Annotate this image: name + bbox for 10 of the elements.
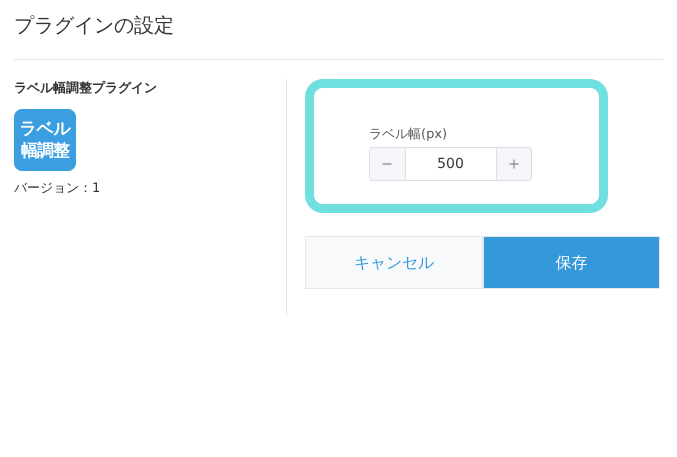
version-text: バージョン：1 xyxy=(14,180,102,198)
number-field[interactable]: 500 xyxy=(406,148,496,180)
field-label: ラベル幅(px) xyxy=(369,126,448,144)
number-stepper[interactable]: 500 xyxy=(369,147,532,181)
page-title: プラグインの設定 xyxy=(14,10,663,60)
plugin-logo: ラベル 幅調整 xyxy=(14,109,76,171)
decrement-button[interactable] xyxy=(370,148,406,180)
increment-button[interactable] xyxy=(496,148,531,180)
plus-icon xyxy=(506,157,521,171)
plugin-name: ラベル幅調整プラグイン xyxy=(14,80,158,98)
